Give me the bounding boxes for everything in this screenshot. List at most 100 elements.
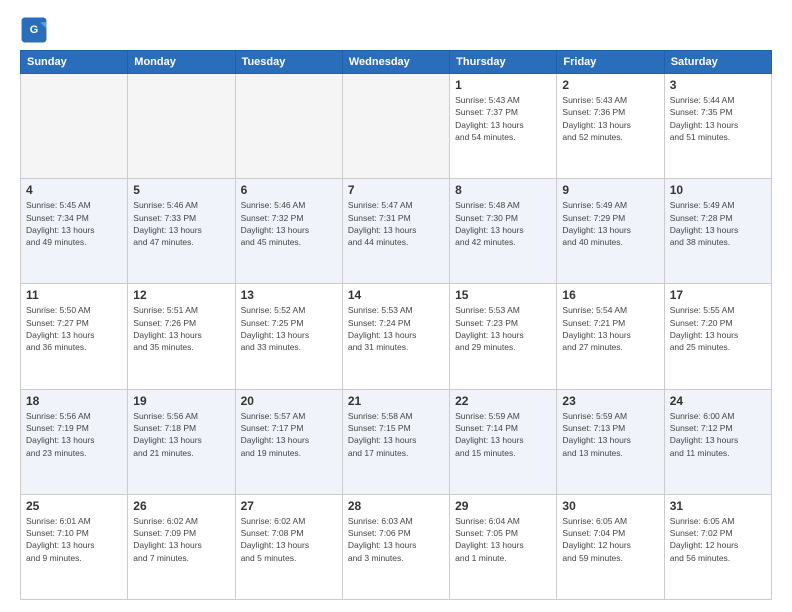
- calendar-cell: 13 Sunrise: 5:52 AM Sunset: 7:25 PM Dayli…: [235, 284, 342, 389]
- calendar-cell: 24 Sunrise: 6:00 AM Sunset: 7:12 PM Dayli…: [664, 389, 771, 494]
- day-number: 5: [133, 183, 229, 197]
- weekday-header-sunday: Sunday: [21, 51, 128, 74]
- day-number: 3: [670, 78, 766, 92]
- day-info: Sunrise: 6:02 AM Sunset: 7:09 PM Dayligh…: [133, 515, 229, 564]
- day-info: Sunrise: 5:43 AM Sunset: 7:36 PM Dayligh…: [562, 94, 658, 143]
- calendar-cell: 26 Sunrise: 6:02 AM Sunset: 7:09 PM Dayli…: [128, 494, 235, 599]
- calendar-cell: 29 Sunrise: 6:04 AM Sunset: 7:05 PM Dayli…: [450, 494, 557, 599]
- day-info: Sunrise: 6:02 AM Sunset: 7:08 PM Dayligh…: [241, 515, 337, 564]
- day-number: 23: [562, 394, 658, 408]
- day-number: 7: [348, 183, 444, 197]
- day-number: 24: [670, 394, 766, 408]
- calendar-cell: 23 Sunrise: 5:59 AM Sunset: 7:13 PM Dayli…: [557, 389, 664, 494]
- calendar-cell: 17 Sunrise: 5:55 AM Sunset: 7:20 PM Dayli…: [664, 284, 771, 389]
- day-number: 10: [670, 183, 766, 197]
- day-number: 6: [241, 183, 337, 197]
- day-info: Sunrise: 6:01 AM Sunset: 7:10 PM Dayligh…: [26, 515, 122, 564]
- calendar-week-3: 11Sunrise: 5:50 AM Sunset: 7:27 PM Dayli…: [21, 284, 772, 389]
- day-info: Sunrise: 5:43 AM Sunset: 7:37 PM Dayligh…: [455, 94, 551, 143]
- day-number: 4: [26, 183, 122, 197]
- weekday-header-friday: Friday: [557, 51, 664, 74]
- svg-text:G: G: [30, 24, 38, 36]
- day-info: Sunrise: 5:45 AM Sunset: 7:34 PM Dayligh…: [26, 199, 122, 248]
- calendar-cell: 19 Sunrise: 5:56 AM Sunset: 7:18 PM Dayli…: [128, 389, 235, 494]
- weekday-header-saturday: Saturday: [664, 51, 771, 74]
- day-number: 30: [562, 499, 658, 513]
- calendar-cell: 7 Sunrise: 5:47 AM Sunset: 7:31 PM Daylig…: [342, 179, 449, 284]
- day-info: Sunrise: 5:49 AM Sunset: 7:29 PM Dayligh…: [562, 199, 658, 248]
- calendar-week-5: 25 Sunrise: 6:01 AM Sunset: 7:10 PM Dayli…: [21, 494, 772, 599]
- weekday-header-monday: Monday: [128, 51, 235, 74]
- calendar-cell: 28 Sunrise: 6:03 AM Sunset: 7:06 PM Dayli…: [342, 494, 449, 599]
- day-number: 9: [562, 183, 658, 197]
- day-info: Sunrise: 5:53 AM Sunset: 7:23 PM Dayligh…: [455, 304, 551, 353]
- day-info: Sunrise: 5:59 AM Sunset: 7:14 PM Dayligh…: [455, 410, 551, 459]
- calendar-cell: 11Sunrise: 5:50 AM Sunset: 7:27 PM Dayli…: [21, 284, 128, 389]
- calendar-cell: 8 Sunrise: 5:48 AM Sunset: 7:30 PM Daylig…: [450, 179, 557, 284]
- weekday-header-tuesday: Tuesday: [235, 51, 342, 74]
- calendar-cell: 6Sunrise: 5:46 AM Sunset: 7:32 PM Daylig…: [235, 179, 342, 284]
- day-number: 29: [455, 499, 551, 513]
- day-number: 20: [241, 394, 337, 408]
- day-info: Sunrise: 5:52 AM Sunset: 7:25 PM Dayligh…: [241, 304, 337, 353]
- day-info: Sunrise: 5:58 AM Sunset: 7:15 PM Dayligh…: [348, 410, 444, 459]
- logo-icon: G: [20, 16, 48, 44]
- weekday-header-thursday: Thursday: [450, 51, 557, 74]
- calendar-table: SundayMondayTuesdayWednesdayThursdayFrid…: [20, 50, 772, 600]
- day-info: Sunrise: 5:53 AM Sunset: 7:24 PM Dayligh…: [348, 304, 444, 353]
- calendar-cell: 25 Sunrise: 6:01 AM Sunset: 7:10 PM Dayli…: [21, 494, 128, 599]
- calendar-cell: [21, 74, 128, 179]
- calendar-cell: [235, 74, 342, 179]
- calendar-cell: 31 Sunrise: 6:05 AM Sunset: 7:02 PM Dayli…: [664, 494, 771, 599]
- day-info: Sunrise: 5:49 AM Sunset: 7:28 PM Dayligh…: [670, 199, 766, 248]
- day-number: 28: [348, 499, 444, 513]
- day-info: Sunrise: 5:48 AM Sunset: 7:30 PM Dayligh…: [455, 199, 551, 248]
- day-number: 2: [562, 78, 658, 92]
- calendar-cell: 3 Sunrise: 5:44 AM Sunset: 7:35 PM Daylig…: [664, 74, 771, 179]
- calendar-cell: 2 Sunrise: 5:43 AM Sunset: 7:36 PM Daylig…: [557, 74, 664, 179]
- calendar-cell: 20Sunrise: 5:57 AM Sunset: 7:17 PM Dayli…: [235, 389, 342, 494]
- day-info: Sunrise: 5:59 AM Sunset: 7:13 PM Dayligh…: [562, 410, 658, 459]
- day-number: 25: [26, 499, 122, 513]
- calendar-week-4: 18Sunrise: 5:56 AM Sunset: 7:19 PM Dayli…: [21, 389, 772, 494]
- day-number: 17: [670, 288, 766, 302]
- logo: G: [20, 16, 52, 44]
- day-number: 19: [133, 394, 229, 408]
- day-number: 14: [348, 288, 444, 302]
- day-number: 11: [26, 288, 122, 302]
- day-info: Sunrise: 5:56 AM Sunset: 7:18 PM Dayligh…: [133, 410, 229, 459]
- calendar-cell: 1 Sunrise: 5:43 AM Sunset: 7:37 PM Daylig…: [450, 74, 557, 179]
- calendar-cell: 22Sunrise: 5:59 AM Sunset: 7:14 PM Dayli…: [450, 389, 557, 494]
- calendar-cell: 16Sunrise: 5:54 AM Sunset: 7:21 PM Dayli…: [557, 284, 664, 389]
- calendar-cell: [128, 74, 235, 179]
- day-number: 8: [455, 183, 551, 197]
- header: G: [20, 16, 772, 44]
- day-info: Sunrise: 5:51 AM Sunset: 7:26 PM Dayligh…: [133, 304, 229, 353]
- day-info: Sunrise: 6:05 AM Sunset: 7:04 PM Dayligh…: [562, 515, 658, 564]
- day-number: 1: [455, 78, 551, 92]
- calendar-cell: 5 Sunrise: 5:46 AM Sunset: 7:33 PM Daylig…: [128, 179, 235, 284]
- day-info: Sunrise: 6:00 AM Sunset: 7:12 PM Dayligh…: [670, 410, 766, 459]
- day-info: Sunrise: 6:04 AM Sunset: 7:05 PM Dayligh…: [455, 515, 551, 564]
- day-number: 31: [670, 499, 766, 513]
- day-number: 15: [455, 288, 551, 302]
- calendar-cell: 18Sunrise: 5:56 AM Sunset: 7:19 PM Dayli…: [21, 389, 128, 494]
- day-info: Sunrise: 6:05 AM Sunset: 7:02 PM Dayligh…: [670, 515, 766, 564]
- day-number: 12: [133, 288, 229, 302]
- day-info: Sunrise: 5:44 AM Sunset: 7:35 PM Dayligh…: [670, 94, 766, 143]
- calendar-cell: 30 Sunrise: 6:05 AM Sunset: 7:04 PM Dayli…: [557, 494, 664, 599]
- day-number: 27: [241, 499, 337, 513]
- calendar-cell: [342, 74, 449, 179]
- calendar-cell: 9 Sunrise: 5:49 AM Sunset: 7:29 PM Daylig…: [557, 179, 664, 284]
- day-info: Sunrise: 5:47 AM Sunset: 7:31 PM Dayligh…: [348, 199, 444, 248]
- calendar-week-2: 4 Sunrise: 5:45 AM Sunset: 7:34 PM Daylig…: [21, 179, 772, 284]
- weekday-header-row: SundayMondayTuesdayWednesdayThursdayFrid…: [21, 51, 772, 74]
- day-number: 26: [133, 499, 229, 513]
- day-info: Sunrise: 5:56 AM Sunset: 7:19 PM Dayligh…: [26, 410, 122, 459]
- day-info: Sunrise: 6:03 AM Sunset: 7:06 PM Dayligh…: [348, 515, 444, 564]
- calendar-cell: 4 Sunrise: 5:45 AM Sunset: 7:34 PM Daylig…: [21, 179, 128, 284]
- day-number: 13: [241, 288, 337, 302]
- calendar-cell: 21Sunrise: 5:58 AM Sunset: 7:15 PM Dayli…: [342, 389, 449, 494]
- day-info: Sunrise: 5:46 AM Sunset: 7:33 PM Dayligh…: [133, 199, 229, 248]
- day-info: Sunrise: 5:55 AM Sunset: 7:20 PM Dayligh…: [670, 304, 766, 353]
